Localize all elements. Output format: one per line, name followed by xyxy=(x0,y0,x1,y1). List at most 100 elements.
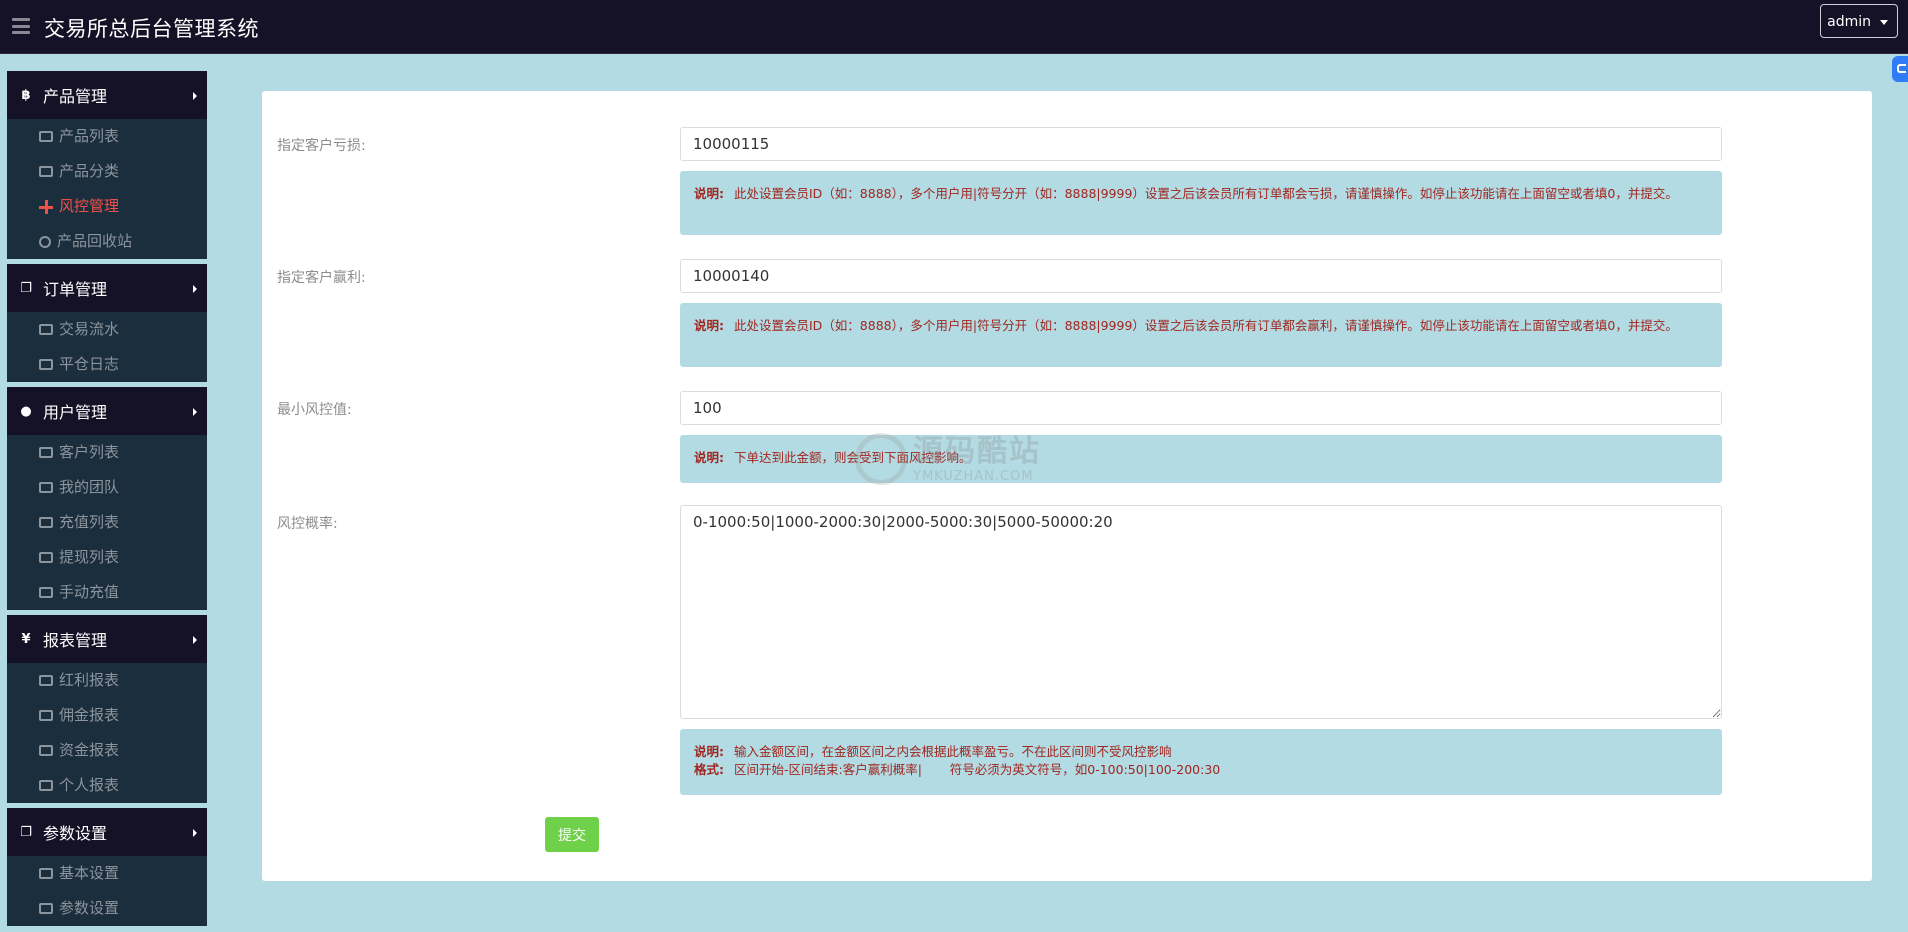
list-icon xyxy=(39,131,53,142)
sidebar-item-label: 手动充值 xyxy=(59,583,120,601)
note-prefix: 说明: xyxy=(694,450,724,465)
win-label: 指定客户赢利: xyxy=(277,270,366,286)
menu-header-product[interactable]: ฿ 产品管理 xyxy=(7,71,207,119)
sidebar-item-personal-report[interactable]: 个人报表 xyxy=(7,768,207,803)
menu-group-order: ❐ 订单管理 交易流水 平仓日志 xyxy=(7,264,207,382)
sidebar-item-label: 客户列表 xyxy=(59,443,120,461)
risk-rate-label: 风控概率: xyxy=(277,516,338,532)
sidebar-item-close-log[interactable]: 平仓日志 xyxy=(7,347,207,382)
caret-right-icon xyxy=(193,408,197,416)
menu-header-report[interactable]: ¥ 报表管理 xyxy=(7,615,207,663)
sidebar-item-risk-control[interactable]: 风控管理 xyxy=(7,189,207,224)
money-icon xyxy=(39,675,53,686)
sidebar-item-label: 平仓日志 xyxy=(59,355,120,373)
sidebar-item-product-list[interactable]: 产品列表 xyxy=(7,119,207,154)
sidebar: ฿ 产品管理 产品列表 产品分类 风控管理 产品回收站 ❐ 订单管理 交易流水 … xyxy=(7,71,207,931)
win-user-input[interactable] xyxy=(680,259,1722,293)
caret-right-icon xyxy=(193,829,197,837)
sidebar-item-label: 产品分类 xyxy=(59,162,120,180)
sidebar-item-label: 交易流水 xyxy=(59,320,120,338)
sidebar-item-commission-report[interactable]: 佣金报表 xyxy=(7,698,207,733)
menu-header-label: 参数设置 xyxy=(43,824,108,843)
sidebar-item-param-settings[interactable]: 参数设置 xyxy=(7,891,207,926)
user-name: admin xyxy=(1827,14,1871,30)
outdent-icon xyxy=(39,166,53,177)
arrows-icon xyxy=(39,199,53,214)
sidebar-item-label: 参数设置 xyxy=(59,899,120,917)
note-prefix: 说明: xyxy=(694,744,724,759)
note-text: 输入金额区间，在金额区间之内会根据此概率盈亏。不在此区间则不受风控影响 xyxy=(734,744,1172,759)
sidebar-item-label: 产品列表 xyxy=(59,127,120,145)
sidebar-item-product-recycle[interactable]: 产品回收站 xyxy=(7,224,207,259)
sidebar-item-label: 红利报表 xyxy=(59,671,120,689)
user-dropdown[interactable]: admin xyxy=(1820,4,1898,38)
side-float-tab[interactable] xyxy=(1892,56,1908,82)
close-circle-icon xyxy=(39,235,51,248)
money-icon xyxy=(39,903,53,914)
watermark-logo-icon xyxy=(855,433,907,485)
menu-header-label: 报表管理 xyxy=(43,631,108,650)
risk-rate-textarea[interactable]: 0-1000:50|1000-2000:30|2000-5000:30|5000… xyxy=(680,505,1722,719)
yen-icon: ¥ xyxy=(21,631,31,647)
format-line: 格式: 区间开始-区间结束:客户赢利概率| 符号必须为英文符号，如0-100:50… xyxy=(694,761,1708,779)
sidebar-item-label: 充值列表 xyxy=(59,513,120,531)
watermark: 源码酷站 YMKUZHAN.COM xyxy=(855,433,1041,485)
min-risk-label: 最小风控值: xyxy=(277,402,352,418)
win-note: 说明: 此处设置会员ID（如：8888），多个用户用|符号分开（如：8888|99… xyxy=(680,303,1722,367)
caret-right-icon xyxy=(193,92,197,100)
sidebar-item-label: 个人报表 xyxy=(59,776,120,794)
money-icon xyxy=(39,552,53,563)
sidebar-item-label: 风控管理 xyxy=(59,197,120,215)
copy-icon: ❐ xyxy=(20,280,32,296)
money-icon xyxy=(39,710,53,721)
money-icon xyxy=(39,745,53,756)
watermark-en: YMKUZHAN.COM xyxy=(913,468,1034,484)
money-icon xyxy=(39,780,53,791)
caret-right-icon xyxy=(193,285,197,293)
sidebar-item-fund-report[interactable]: 资金报表 xyxy=(7,733,207,768)
menu-header-label: 用户管理 xyxy=(43,403,108,422)
note-text: 此处设置会员ID（如：8888），多个用户用|符号分开（如：8888|9999）… xyxy=(734,318,1678,333)
sidebar-item-product-category[interactable]: 产品分类 xyxy=(7,154,207,189)
user-icon: ● xyxy=(20,403,32,419)
sidebar-item-customer-list[interactable]: 客户列表 xyxy=(7,435,207,470)
menu-header-label: 订单管理 xyxy=(43,280,108,299)
sidebar-item-label: 提现列表 xyxy=(59,548,120,566)
sidebar-item-manual-recharge[interactable]: 手动充值 xyxy=(7,575,207,610)
watermark-cn: 源码酷站 xyxy=(913,433,1041,469)
menu-group-product: ฿ 产品管理 产品列表 产品分类 风控管理 产品回收站 xyxy=(7,71,207,259)
note-prefix: 说明: xyxy=(694,318,724,333)
menu-group-report: ¥ 报表管理 红利报表 佣金报表 资金报表 个人报表 xyxy=(7,615,207,803)
app-title: 交易所总后台管理系统 xyxy=(44,17,259,41)
money-icon xyxy=(39,868,53,879)
risk-rate-note: 说明: 输入金额区间，在金额区间之内会根据此概率盈亏。不在此区间则不受风控影响 格… xyxy=(680,729,1722,795)
submit-button[interactable]: 提交 xyxy=(545,817,599,852)
format-prefix: 格式: xyxy=(694,762,724,777)
menu-header-user[interactable]: ● 用户管理 xyxy=(7,387,207,435)
loss-note: 说明: 此处设置会员ID（如：8888），多个用户用|符号分开（如：8888|99… xyxy=(680,171,1722,235)
menu-header-order[interactable]: ❐ 订单管理 xyxy=(7,264,207,312)
note-text: 此处设置会员ID（如：8888），多个用户用|符号分开（如：8888|9999）… xyxy=(734,186,1678,201)
format-text: 区间开始-区间结束:客户赢利概率| 符号必须为英文符号，如0-100:50|10… xyxy=(734,762,1221,777)
note-line: 说明: 输入金额区间，在金额区间之内会根据此概率盈亏。不在此区间则不受风控影响 xyxy=(694,743,1708,761)
sidebar-item-label: 产品回收站 xyxy=(57,232,133,250)
menu-group-user: ● 用户管理 客户列表 我的团队 充值列表 提现列表 手动充值 xyxy=(7,387,207,610)
sidebar-item-basic-settings[interactable]: 基本设置 xyxy=(7,856,207,891)
watermark-text: 源码酷站 YMKUZHAN.COM xyxy=(913,433,1041,484)
sidebar-item-my-team[interactable]: 我的团队 xyxy=(7,470,207,505)
sidebar-item-label: 佣金报表 xyxy=(59,706,120,724)
menu-toggle-icon[interactable] xyxy=(12,18,30,34)
menu-header-settings[interactable]: ❐ 参数设置 xyxy=(7,808,207,856)
loss-user-input[interactable] xyxy=(680,127,1722,161)
sidebar-item-recharge-list[interactable]: 充值列表 xyxy=(7,505,207,540)
min-risk-input[interactable] xyxy=(680,391,1722,425)
sidebar-item-label: 我的团队 xyxy=(59,478,120,496)
sidebar-item-trade-flow[interactable]: 交易流水 xyxy=(7,312,207,347)
risk-settings-panel: 指定客户亏损: 说明: 此处设置会员ID（如：8888），多个用户用|符号分开（如… xyxy=(262,91,1872,881)
top-bar: 交易所总后台管理系统 admin xyxy=(0,0,1908,54)
align-icon xyxy=(39,324,53,335)
sidebar-item-dividend-report[interactable]: 红利报表 xyxy=(7,663,207,698)
sidebar-item-withdraw-list[interactable]: 提现列表 xyxy=(7,540,207,575)
money-icon xyxy=(39,517,53,528)
outdent-icon xyxy=(39,359,53,370)
